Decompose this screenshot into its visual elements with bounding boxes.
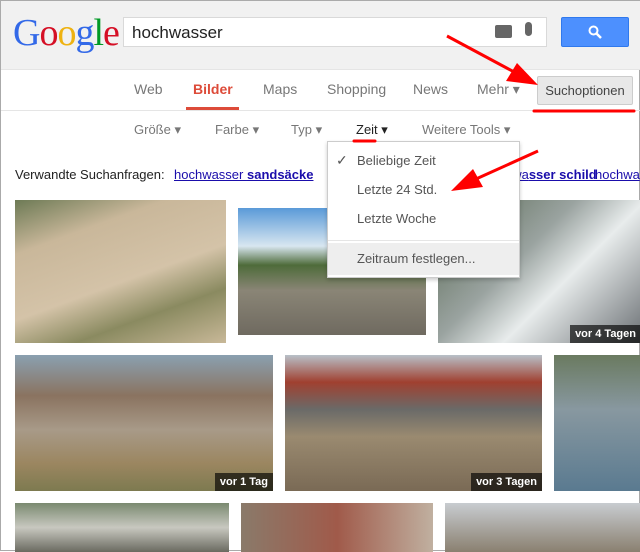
divider — [1, 110, 640, 111]
time-option-custom[interactable]: Zeitraum festlegen... — [328, 243, 519, 275]
microphone-icon[interactable] — [525, 22, 532, 36]
nav-maps[interactable]: Maps — [263, 81, 297, 97]
age-badge: vor 3 Tagen — [471, 473, 542, 491]
time-dropdown: ✓ Beliebige Zeit Letzte 24 Std. Letzte W… — [327, 141, 520, 278]
tool-groesse[interactable]: Größe ▾ — [134, 122, 181, 138]
related-label: Verwandte Suchanfragen: — [15, 167, 165, 182]
search-button[interactable] — [561, 17, 629, 47]
time-option-24h[interactable]: Letzte 24 Std. — [357, 182, 437, 197]
checkmark-icon: ✓ — [336, 152, 348, 168]
related-link[interactable]: hochwa — [595, 167, 640, 182]
age-badge: vor 4 Tagen — [570, 325, 640, 343]
link-text: hochwa — [595, 167, 640, 182]
image-result[interactable] — [241, 503, 433, 552]
age-badge: vor 1 Tag — [214, 473, 273, 491]
search-input[interactable]: hochwasser — [123, 17, 547, 47]
nav-news[interactable]: News — [413, 81, 448, 97]
tool-weitere[interactable]: Weitere Tools ▾ — [422, 122, 510, 138]
image-result[interactable] — [15, 200, 226, 343]
link-bold: sser schild — [528, 167, 597, 182]
tool-farbe[interactable]: Farbe ▾ — [215, 122, 259, 138]
nav-bilder[interactable]: Bilder — [193, 81, 233, 97]
image-result[interactable] — [445, 503, 640, 552]
time-option-week[interactable]: Letzte Woche — [357, 211, 436, 226]
camera-icon[interactable] — [495, 25, 512, 38]
link-text: hochwasser — [174, 167, 247, 182]
nav-shopping[interactable]: Shopping — [327, 81, 386, 97]
google-logo[interactable]: Google — [13, 11, 120, 55]
divider — [328, 240, 519, 241]
image-result[interactable]: vor 1 Tag — [15, 355, 273, 491]
image-result[interactable] — [15, 503, 229, 552]
search-icon — [588, 25, 602, 39]
nav-web[interactable]: Web — [134, 81, 163, 97]
header: Google hochwasser — [1, 1, 640, 70]
image-result[interactable] — [554, 355, 640, 491]
time-option-any[interactable]: Beliebige Zeit — [357, 153, 436, 168]
nav-mehr[interactable]: Mehr ▾ — [477, 81, 520, 98]
tool-typ[interactable]: Typ ▾ — [291, 122, 322, 138]
tool-zeit[interactable]: Zeit ▾ — [356, 122, 388, 138]
related-link[interactable]: hochwasser sandsäcke — [174, 167, 313, 182]
link-bold: sandsäcke — [246, 167, 314, 182]
image-result[interactable]: vor 3 Tagen — [285, 355, 542, 491]
query-text: hochwasser — [132, 23, 223, 42]
suchoptionen-button[interactable]: Suchoptionen — [537, 76, 633, 105]
